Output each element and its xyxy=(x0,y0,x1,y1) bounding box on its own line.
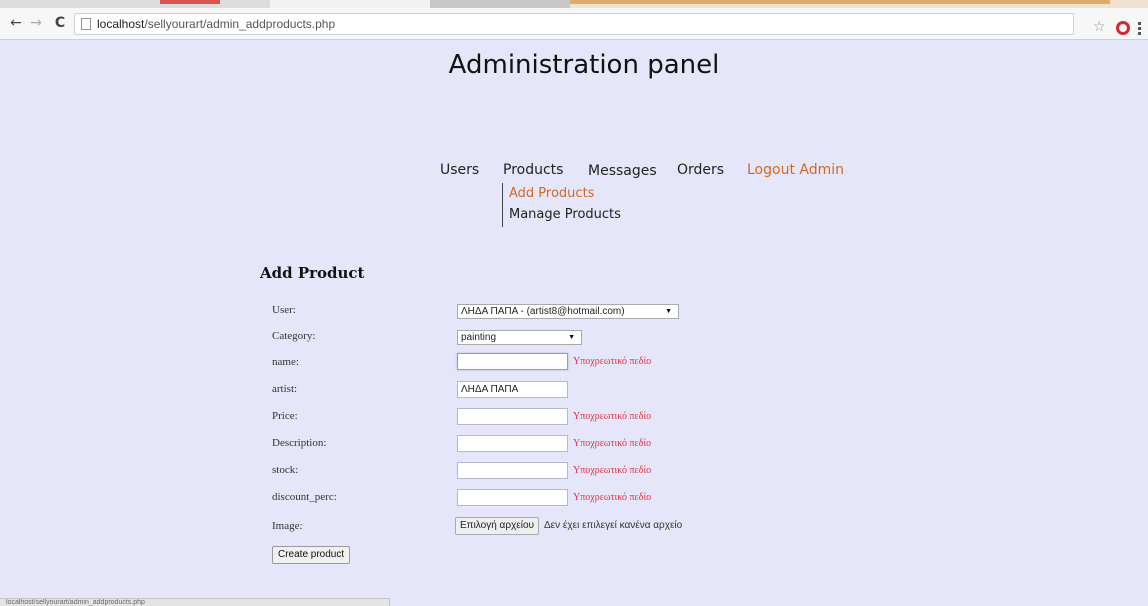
nav-products[interactable]: Products xyxy=(503,162,563,178)
stock-label: stock: xyxy=(272,464,299,476)
back-arrow-icon[interactable]: ← xyxy=(6,13,26,33)
reload-icon[interactable]: C xyxy=(50,13,70,33)
price-label: Price: xyxy=(272,410,298,422)
browser-tab-inactive[interactable] xyxy=(0,0,270,8)
nav-messages[interactable]: Messages xyxy=(588,163,657,179)
image-label: Image: xyxy=(272,520,303,532)
user-select[interactable]: ΛΗΔΑ ΠΑΠΑ - (artist8@hotmail.com) ▼ xyxy=(457,304,679,319)
stock-input[interactable] xyxy=(457,462,568,479)
address-bar[interactable]: localhost/sellyourart/admin_addproducts.… xyxy=(74,13,1074,35)
discount-perc-input[interactable] xyxy=(457,489,568,506)
description-required-message: Υποχρεωτικό πεδίο xyxy=(573,438,652,449)
category-label: Category: xyxy=(272,330,316,342)
description-label: Description: xyxy=(272,437,327,449)
nav-logout[interactable]: Logout Admin xyxy=(747,162,844,178)
description-input[interactable] xyxy=(457,435,568,452)
stock-required-message: Υποχρεωτικό πεδίο xyxy=(573,465,652,476)
status-bar: localhost/sellyourart/admin_addproducts.… xyxy=(0,598,390,606)
dropdown-arrow-icon: ▼ xyxy=(568,334,575,341)
artist-input[interactable]: ΛΗΔΑ ΠΑΠΑ xyxy=(457,381,568,398)
artist-label: artist: xyxy=(272,383,298,395)
browser-toolbar: ← → C localhost/sellyourart/admin_addpro… xyxy=(0,8,1148,40)
name-required-message: Υποχρεωτικό πεδίο xyxy=(573,356,652,367)
category-select[interactable]: painting ▼ xyxy=(457,330,582,345)
discount-perc-label: discount_perc: xyxy=(272,491,337,503)
submenu-manage-products[interactable]: Manage Products xyxy=(509,204,621,225)
price-input[interactable] xyxy=(457,408,568,425)
browser-tab-active[interactable] xyxy=(570,0,1148,8)
user-label: User: xyxy=(272,304,296,316)
page-title: Administration panel xyxy=(448,50,720,80)
tab-strip xyxy=(0,0,1148,8)
nav-orders[interactable]: Orders xyxy=(677,162,724,178)
choose-file-button[interactable]: Επιλογή αρχείου xyxy=(455,517,539,535)
bookmark-star-icon[interactable]: ☆ xyxy=(1093,19,1106,35)
name-label: name: xyxy=(272,356,299,368)
opera-icon[interactable] xyxy=(1116,21,1130,35)
submenu-add-products[interactable]: Add Products xyxy=(509,183,621,204)
browser-menu-icon[interactable] xyxy=(1138,22,1142,36)
browser-tab-inactive-2[interactable] xyxy=(430,0,570,8)
name-input[interactable] xyxy=(457,353,568,370)
form-heading: Add Product xyxy=(260,264,365,282)
forward-arrow-icon[interactable]: → xyxy=(26,13,46,33)
price-required-message: Υποχρεωτικό πεδίο xyxy=(573,411,652,422)
nav-users[interactable]: Users xyxy=(440,162,479,178)
create-product-button[interactable]: Create product xyxy=(272,546,351,564)
address-url[interactable]: localhost/sellyourart/admin_addproducts.… xyxy=(97,17,335,31)
page-icon xyxy=(81,18,91,30)
discount-perc-required-message: Υποχρεωτικό πεδίο xyxy=(573,492,652,503)
file-status: Δεν έχει επιλεγεί κανένα αρχείο xyxy=(544,520,683,531)
products-submenu: Add Products Manage Products xyxy=(502,183,621,227)
dropdown-arrow-icon: ▼ xyxy=(665,308,672,315)
